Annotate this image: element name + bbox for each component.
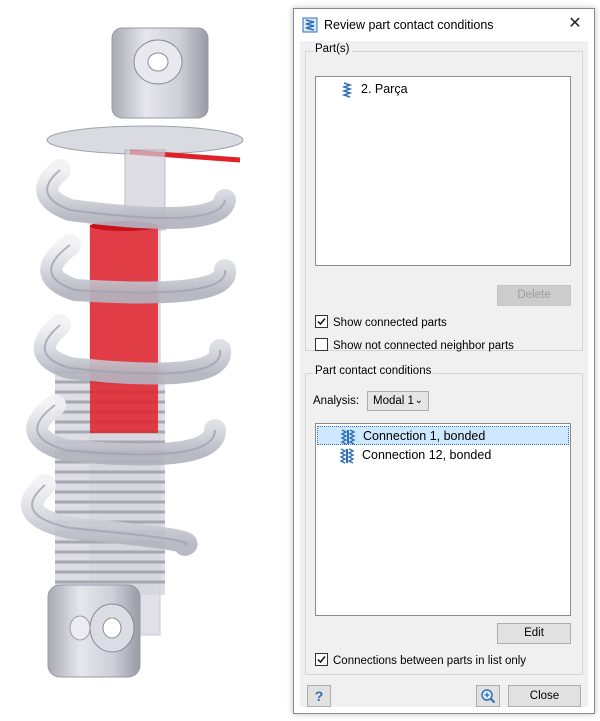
contact-highlight — [90, 225, 158, 433]
checkbox-check-icon — [315, 653, 328, 666]
list-item[interactable]: Connection 12, bonded — [317, 446, 569, 465]
edit-button[interactable]: Edit — [497, 623, 571, 644]
zoom-to-button[interactable] — [476, 685, 500, 707]
dialog-title: Review part contact conditions — [324, 18, 494, 32]
spring-part-icon — [341, 82, 358, 98]
chevron-down-icon: ⌄ — [414, 395, 423, 406]
bonded-connection-icon — [339, 448, 355, 464]
help-icon: ? — [314, 688, 324, 704]
parts-group-label: Part(s) — [313, 43, 352, 55]
contact-group-label: Part contact conditions — [313, 365, 434, 377]
checkbox-empty-icon — [315, 338, 328, 351]
connection-label: Connection 1, bonded — [363, 429, 486, 443]
bottom-mount — [47, 584, 141, 678]
delete-button[interactable]: Delete — [497, 285, 571, 306]
help-button[interactable]: ? — [307, 685, 331, 707]
list-only-checkbox[interactable]: Connections between parts in list only — [315, 653, 526, 667]
connection-label: Connection 12, bonded — [362, 448, 492, 462]
analysis-label: Analysis: — [313, 395, 360, 407]
analysis-select[interactable]: Modal 1 ⌄ — [367, 391, 429, 411]
list-only-label: Connections between parts in list only — [333, 655, 527, 667]
show-not-connected-label: Show not connected neighbor parts — [333, 340, 514, 352]
parts-group: Part(s) 2. Parça Delete Show connected p… — [305, 43, 583, 352]
title-bar[interactable]: Review part contact conditions ✕ — [294, 9, 594, 41]
show-connected-checkbox[interactable]: Show connected parts — [315, 315, 447, 329]
show-not-connected-checkbox[interactable]: Show not connected neighbor parts — [315, 338, 514, 352]
parts-list[interactable]: 2. Parça — [315, 76, 571, 266]
top-mount — [111, 27, 209, 119]
checkbox-check-icon — [315, 315, 328, 328]
show-connected-label: Show connected parts — [333, 317, 447, 329]
list-item[interactable]: 2. Parça — [317, 80, 569, 99]
analysis-value: Modal 1 — [373, 395, 414, 407]
list-item[interactable]: Connection 1, bonded — [317, 426, 569, 445]
close-button[interactable]: Close — [508, 685, 581, 707]
connections-list[interactable]: Connection 1, bonded Connection 12, bond… — [315, 423, 571, 616]
review-contact-dialog: Review part contact conditions ✕ Part(s)… — [293, 8, 595, 714]
bonded-connection-icon — [340, 429, 356, 445]
contact-conditions-group: Part contact conditions Analysis: Modal … — [305, 365, 583, 675]
dialog-body: Part(s) 2. Parça Delete Show connected p… — [300, 41, 588, 707]
model-viewport[interactable] — [0, 0, 290, 721]
zoom-in-icon — [480, 689, 496, 707]
close-icon[interactable]: ✕ — [566, 15, 584, 33]
part-label: 2. Parça — [361, 82, 408, 96]
spring-app-icon — [302, 17, 318, 33]
